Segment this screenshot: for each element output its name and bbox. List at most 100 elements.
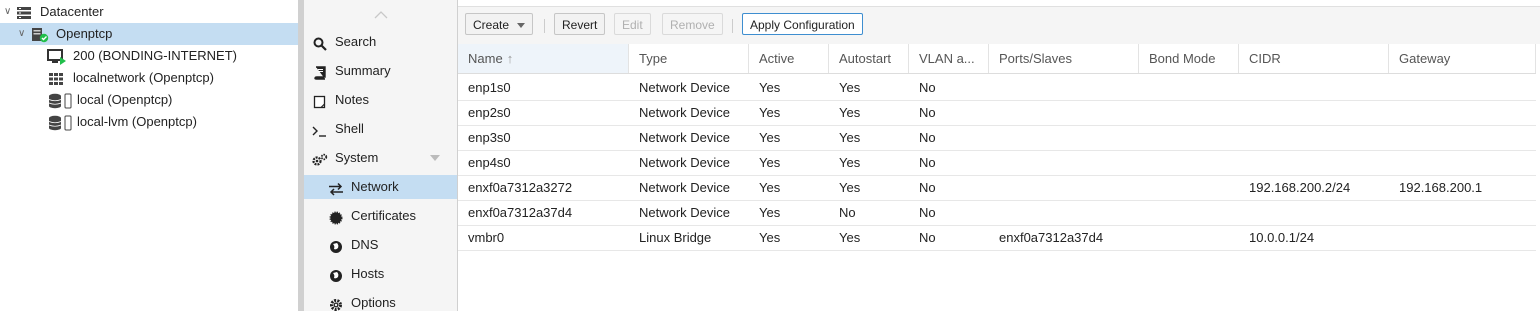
- nav-item-options[interactable]: Options: [304, 291, 457, 315]
- chevron-down-icon[interactable]: ∨: [4, 1, 11, 23]
- nav-item-dns[interactable]: DNS: [304, 233, 457, 257]
- chevron-up-icon[interactable]: [374, 8, 388, 22]
- column-header-name[interactable]: Name ↑: [458, 44, 629, 73]
- nav-item-search[interactable]: Search: [304, 30, 457, 54]
- nav-item-shell[interactable]: Shell: [304, 117, 457, 141]
- cell-active: Yes: [759, 130, 781, 145]
- cell-vlan-aware: No: [919, 80, 936, 95]
- revert-button[interactable]: Revert: [554, 13, 606, 35]
- cell-autostart: Yes: [839, 230, 861, 245]
- cell-vlan-aware: No: [919, 180, 936, 195]
- column-header-cidr[interactable]: CIDR: [1239, 44, 1389, 73]
- nav-item-hosts[interactable]: Hosts: [304, 262, 457, 286]
- vertical-scrollbar[interactable]: [1536, 44, 1540, 311]
- tree-node-openptcp[interactable]: ∨ Openptcp: [0, 23, 298, 45]
- cell-gateway: [1389, 125, 1536, 150]
- tree-item-label: local-lvm (Openptcp): [77, 114, 197, 129]
- nav-item-notes[interactable]: Notes: [304, 88, 457, 112]
- table-row[interactable]: vmbr0 Linux Bridge Yes Yes No enxf0a7312…: [458, 225, 1540, 251]
- cell-vlan-aware: No: [919, 230, 936, 245]
- edit-button[interactable]: Edit: [614, 13, 651, 35]
- resource-tree: ∨ Datacenter ∨ Openptcp 200 (BONDING-INT…: [0, 0, 298, 311]
- column-header-gateway[interactable]: Gateway: [1389, 44, 1536, 73]
- tree-item-storage-local[interactable]: local (Openptcp): [0, 89, 298, 111]
- tree-item-storage-local-lvm[interactable]: local-lvm (Openptcp): [0, 111, 298, 133]
- node-online-icon: [31, 27, 49, 43]
- tree-item-vm-200[interactable]: 200 (BONDING-INTERNET): [0, 45, 298, 67]
- cell-type: Linux Bridge: [639, 230, 712, 245]
- remove-button[interactable]: Remove: [662, 13, 723, 35]
- cell-type: Network Device: [639, 80, 731, 95]
- network-panel: Create Revert Edit Remove Apply Configur…: [458, 0, 1540, 311]
- column-header-label: Ports/Slaves: [999, 51, 1072, 66]
- cell-active: Yes: [759, 180, 781, 195]
- cell-type: Network Device: [639, 180, 731, 195]
- cell-type: Network Device: [639, 130, 731, 145]
- caret-down-icon: [517, 23, 526, 29]
- toolbar: Create Revert Edit Remove Apply Configur…: [458, 6, 1540, 46]
- table-row[interactable]: enp2s0 Network Device Yes Yes No: [458, 100, 1540, 126]
- config-nav: Search Summary Notes Shell System Networ…: [304, 0, 458, 311]
- nav-item-label: Notes: [335, 92, 369, 107]
- cell-gateway: [1389, 100, 1536, 125]
- table-row[interactable]: enp4s0 Network Device Yes Yes No: [458, 150, 1540, 176]
- table-row[interactable]: enp3s0 Network Device Yes Yes No: [458, 125, 1540, 151]
- cell-bond-mode: [1139, 225, 1239, 250]
- tree-item-label: localnetwork (Openptcp): [73, 70, 214, 85]
- cell-cidr: [1239, 125, 1389, 150]
- cell-name: vmbr0: [468, 230, 505, 245]
- cell-type: Network Device: [639, 205, 731, 220]
- cell-active: Yes: [759, 105, 781, 120]
- tree-node-label: Openptcp: [56, 26, 113, 41]
- cell-ports-slaves: enxf0a7312a37d4: [999, 230, 1104, 245]
- cell-cidr: 192.168.200.2/24: [1249, 180, 1351, 195]
- column-header-label: Autostart: [839, 51, 892, 66]
- tree-datacenter-label: Datacenter: [40, 4, 104, 19]
- globe-icon: [329, 267, 343, 282]
- table-row[interactable]: enxf0a7312a37d4 Network Device Yes No No: [458, 200, 1540, 226]
- cell-vlan-aware: No: [919, 205, 936, 220]
- exchange-icon: [328, 180, 343, 196]
- toolbar-separator: [732, 19, 733, 33]
- chevron-down-icon[interactable]: [430, 155, 440, 161]
- chevron-down-icon[interactable]: ∨: [18, 23, 25, 45]
- vm-running-icon: [47, 49, 66, 65]
- column-header-ports-slaves[interactable]: Ports/Slaves: [989, 44, 1139, 73]
- cell-active: Yes: [759, 80, 781, 95]
- nav-item-system[interactable]: System: [304, 146, 457, 170]
- nav-item-label: DNS: [351, 237, 379, 252]
- cell-cidr: [1239, 100, 1389, 125]
- terminal-icon: [312, 122, 326, 137]
- cell-ports-slaves: [989, 150, 1139, 175]
- cell-autostart: Yes: [839, 80, 861, 95]
- nav-item-network[interactable]: Network: [304, 175, 457, 199]
- column-header-vlan-aware[interactable]: VLAN a...: [909, 44, 989, 73]
- column-header-autostart[interactable]: Autostart: [829, 44, 909, 73]
- sdn-zone-icon: [48, 71, 64, 85]
- nav-item-certificates[interactable]: Certificates: [304, 204, 457, 228]
- cell-autostart: Yes: [839, 130, 861, 145]
- create-button[interactable]: Create: [465, 13, 534, 35]
- cell-vlan-aware: No: [919, 130, 936, 145]
- cell-ports-slaves: [989, 175, 1139, 200]
- tree-datacenter[interactable]: ∨ Datacenter: [0, 1, 298, 23]
- cell-bond-mode: [1139, 200, 1239, 225]
- apply-configuration-button[interactable]: Apply Configuration: [742, 13, 863, 35]
- nav-item-label: Search: [335, 34, 377, 49]
- column-header-bond-mode[interactable]: Bond Mode: [1139, 44, 1239, 73]
- nav-item-summary[interactable]: Summary: [304, 59, 457, 83]
- table-row[interactable]: enxf0a7312a3272 Network Device Yes Yes N…: [458, 175, 1540, 201]
- cell-ports-slaves: [989, 100, 1139, 125]
- column-header-type[interactable]: Type: [629, 44, 749, 73]
- column-header-active[interactable]: Active: [749, 44, 829, 73]
- column-header-label: CIDR: [1249, 51, 1281, 66]
- grid-header: Name ↑ Type Active Autostart VLAN a... Po…: [458, 44, 1540, 74]
- book-icon: [313, 64, 327, 80]
- table-row[interactable]: enp1s0 Network Device Yes Yes No: [458, 75, 1540, 101]
- gear-icon: [329, 296, 343, 311]
- tree-item-localnetwork[interactable]: localnetwork (Openptcp): [0, 67, 298, 89]
- cell-vlan-aware: No: [919, 105, 936, 120]
- cell-gateway: [1389, 150, 1536, 175]
- nav-item-label: Summary: [335, 63, 391, 78]
- nav-item-label: Shell: [335, 121, 364, 136]
